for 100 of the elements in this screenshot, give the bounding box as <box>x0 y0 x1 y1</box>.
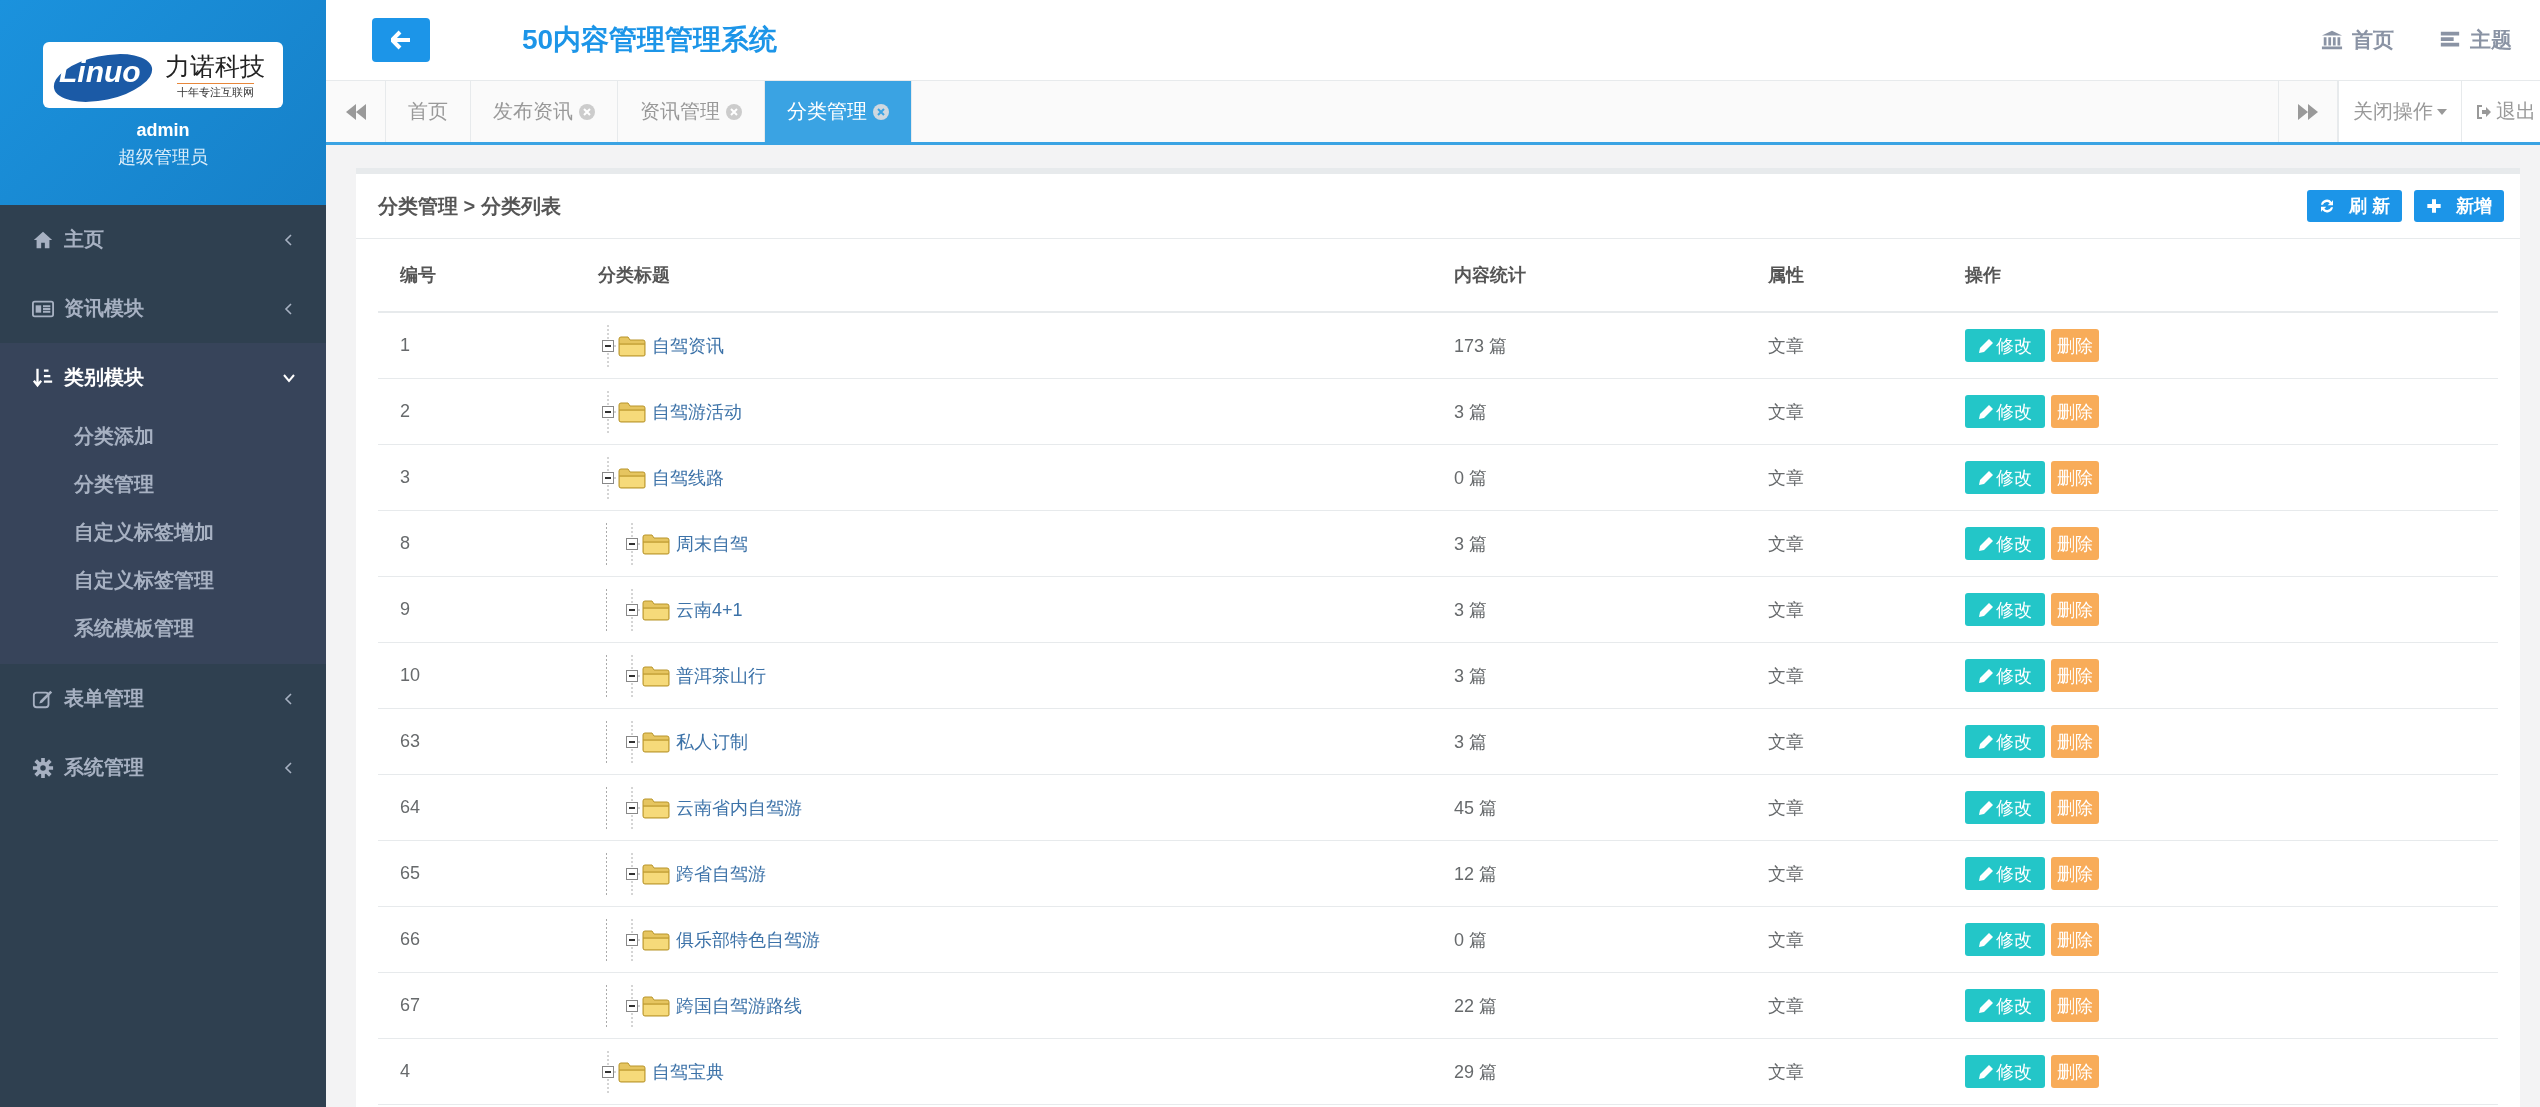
back-button[interactable] <box>372 18 430 62</box>
category-link[interactable]: 自驾资讯 <box>652 333 724 358</box>
table-cell: 文章 <box>1746 709 1943 775</box>
delete-button[interactable]: 删除 <box>2051 461 2099 494</box>
sidebar-item-label: 资讯模块 <box>64 296 145 321</box>
sidebar-item[interactable]: 主页 <box>0 205 326 274</box>
header-link[interactable]: 首页 <box>2320 26 2394 54</box>
category-link[interactable]: 周末自驾 <box>676 531 748 556</box>
table-cell: 10 <box>378 643 576 709</box>
delete-button[interactable]: 删除 <box>2051 329 2099 362</box>
folder-icon <box>618 1060 646 1083</box>
folder-icon <box>618 466 646 489</box>
sidebar-item-label: 表单管理 <box>64 686 145 711</box>
folder-icon <box>642 730 670 753</box>
folder-icon <box>642 862 670 885</box>
table-cell: 8 <box>378 511 576 577</box>
delete-button[interactable]: 删除 <box>2051 659 2099 692</box>
sidebar-item[interactable]: 系统管理 <box>0 733 326 802</box>
delete-button[interactable]: 删除 <box>2051 791 2099 824</box>
folder-icon <box>642 994 670 1017</box>
sidebar-item[interactable]: 类别模块 <box>0 343 326 412</box>
edit-button[interactable]: 修改 <box>1965 593 2045 626</box>
submenu-item[interactable]: 自定义标签管理 <box>0 556 326 604</box>
delete-button[interactable]: 删除 <box>2051 1055 2099 1088</box>
delete-button[interactable]: 删除 <box>2051 395 2099 428</box>
category-link[interactable]: 俱乐部特色自驾游 <box>676 927 820 952</box>
column-header: 内容统计 <box>1432 239 1746 313</box>
logo-name: 力诺科技 <box>165 51 265 82</box>
table-cell: 63 <box>378 709 576 775</box>
pencil-icon <box>1978 865 1994 882</box>
plus-icon <box>2426 198 2442 214</box>
delete-button[interactable]: 删除 <box>2051 725 2099 758</box>
category-link[interactable]: 云南4+1 <box>676 597 743 622</box>
folder-icon <box>618 400 646 423</box>
tab[interactable]: 发布资讯 <box>471 81 618 142</box>
table-cell: 文章 <box>1746 841 1943 907</box>
category-link[interactable]: 自驾游活动 <box>652 399 742 424</box>
folder-icon <box>642 532 670 555</box>
submenu-item[interactable]: 分类管理 <box>0 460 326 508</box>
folder-icon <box>642 598 670 621</box>
add-button[interactable]: 新增 <box>2414 190 2504 222</box>
table-cell: 4 <box>378 1039 576 1105</box>
edit-button[interactable]: 修改 <box>1965 329 2045 362</box>
tab[interactable]: 首页 <box>386 81 471 142</box>
sidebar-item[interactable]: 表单管理 <box>0 664 326 733</box>
delete-button[interactable]: 删除 <box>2051 593 2099 626</box>
sidebar-item-label: 主页 <box>64 227 105 252</box>
delete-button[interactable]: 删除 <box>2051 527 2099 560</box>
edit-button[interactable]: 修改 <box>1965 659 2045 692</box>
pencil-icon <box>1978 931 1994 948</box>
table-cell: 0 篇 <box>1432 445 1746 511</box>
edit-button[interactable]: 修改 <box>1965 1055 2045 1088</box>
delete-button[interactable]: 删除 <box>2051 989 2099 1022</box>
table-cell: 3 篇 <box>1432 709 1746 775</box>
edit-button[interactable]: 修改 <box>1965 461 2045 494</box>
pencil-icon <box>1978 403 1994 420</box>
edit-button[interactable]: 修改 <box>1965 791 2045 824</box>
pencil-icon <box>1978 1063 1994 1080</box>
category-link[interactable]: 跨国自驾游路线 <box>676 993 802 1018</box>
edit-button[interactable]: 修改 <box>1965 923 2045 956</box>
scroll-right-button[interactable] <box>2278 81 2338 142</box>
edit-button[interactable]: 修改 <box>1965 857 2045 890</box>
header-link[interactable]: 主题 <box>2438 26 2512 54</box>
table-cell: 文章 <box>1746 445 1943 511</box>
pencil-icon <box>1978 733 1994 750</box>
submenu-item[interactable]: 系统模板管理 <box>0 604 326 652</box>
pencil-icon <box>1978 469 1994 486</box>
table-cell: 45 篇 <box>1432 775 1746 841</box>
table-cell: 3 篇 <box>1432 643 1746 709</box>
double-left-icon <box>345 103 366 120</box>
pencil-icon <box>1978 337 1994 354</box>
scroll-left-button[interactable] <box>326 81 386 142</box>
edit-button[interactable]: 修改 <box>1965 395 2045 428</box>
category-link[interactable]: 自驾宝典 <box>652 1059 724 1084</box>
tab[interactable]: 分类管理 <box>765 81 912 142</box>
sidebar-item-label: 类别模块 <box>64 365 145 390</box>
user-name: admin <box>136 120 190 141</box>
delete-button[interactable]: 删除 <box>2051 857 2099 890</box>
arrow-left-icon <box>391 30 411 50</box>
category-link[interactable]: 跨省自驾游 <box>676 861 766 886</box>
delete-button[interactable]: 删除 <box>2051 923 2099 956</box>
table-cell: 0 篇 <box>1432 907 1746 973</box>
category-link[interactable]: 私人订制 <box>676 729 748 754</box>
sidebar-item[interactable]: 资讯模块 <box>0 274 326 343</box>
category-link[interactable]: 云南省内自驾游 <box>676 795 802 820</box>
category-link[interactable]: 自驾线路 <box>652 465 724 490</box>
table-cell: 2 <box>378 379 576 445</box>
submenu-item[interactable]: 自定义标签增加 <box>0 508 326 556</box>
pencil-icon <box>1978 667 1994 684</box>
edit-button[interactable]: 修改 <box>1965 527 2045 560</box>
refresh-button[interactable]: 刷 新 <box>2307 190 2402 222</box>
category-link[interactable]: 普洱茶山行 <box>676 663 766 688</box>
table-cell: 文章 <box>1746 775 1943 841</box>
table-cell: 文章 <box>1746 643 1943 709</box>
folder-icon <box>642 796 670 819</box>
table-cell: 29 篇 <box>1432 1039 1746 1105</box>
table-cell: 3 篇 <box>1432 511 1746 577</box>
edit-button[interactable]: 修改 <box>1965 989 2045 1022</box>
edit-button[interactable]: 修改 <box>1965 725 2045 758</box>
submenu-item[interactable]: 分类添加 <box>0 412 326 460</box>
